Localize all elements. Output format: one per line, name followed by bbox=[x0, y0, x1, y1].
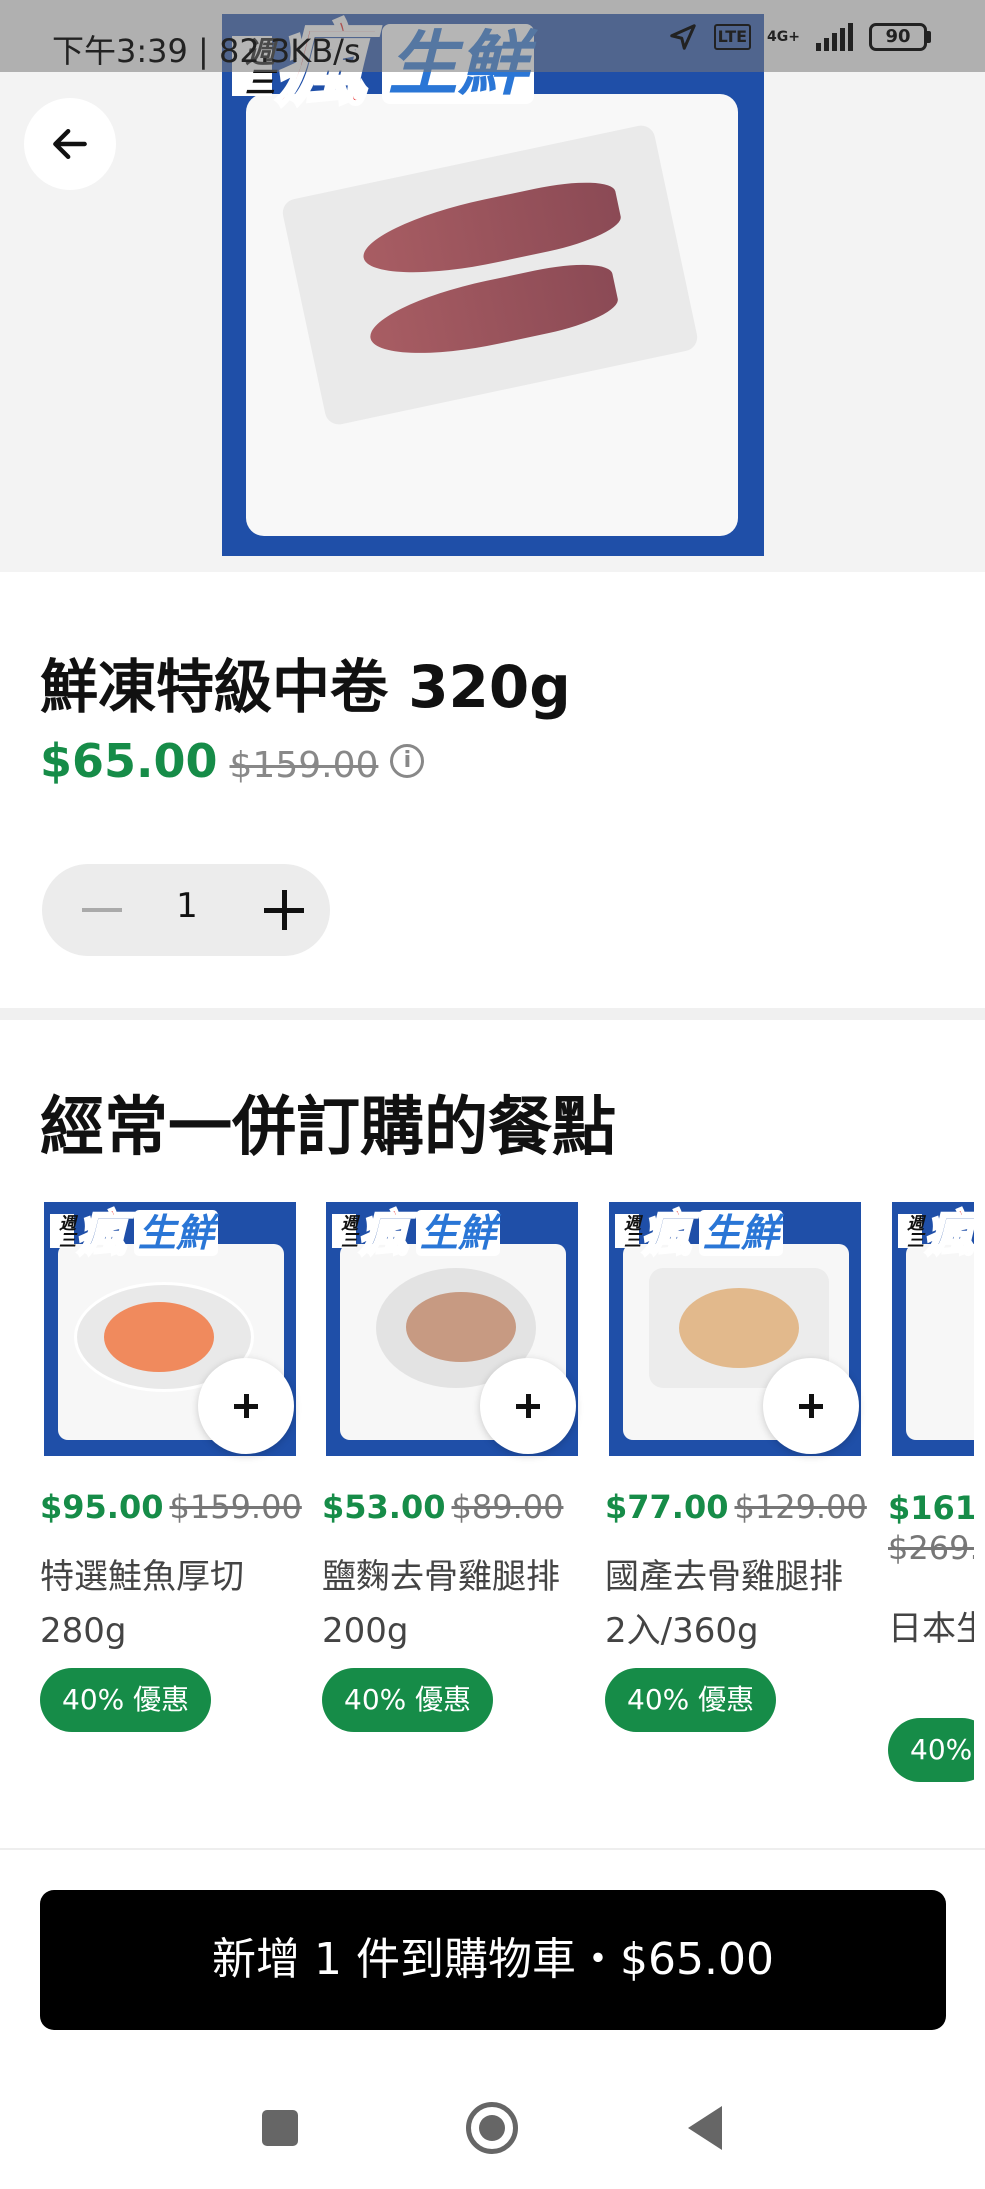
square-icon[interactable] bbox=[262, 2110, 298, 2146]
product-price: $65.00 bbox=[40, 734, 218, 788]
quantity-stepper: 1 bbox=[42, 864, 330, 956]
card-name: 日本生 200g bbox=[888, 1609, 974, 1649]
lte-icon: LTE bbox=[713, 24, 752, 50]
battery-icon: 90 bbox=[869, 23, 931, 51]
card-name: 特選鮭魚厚切 280g bbox=[40, 1557, 244, 1651]
add-to-cart-button[interactable] bbox=[480, 1358, 576, 1454]
add-to-cart-main-button[interactable]: 新增 1 件到購物車・$65.00 bbox=[40, 1890, 946, 2030]
section-title: 經常一併訂購的餐點 bbox=[40, 1091, 616, 1165]
location-arrow-icon bbox=[669, 24, 696, 50]
salmon-steak bbox=[104, 1302, 214, 1372]
circle-icon[interactable] bbox=[466, 2102, 518, 2154]
battery-level: 90 bbox=[869, 23, 927, 51]
card-name: 鹽麴去骨雞腿排 200g bbox=[322, 1557, 560, 1651]
product-title: 鮮凍特級中卷 320g bbox=[40, 653, 571, 721]
product-original-price: $159.00 bbox=[229, 745, 379, 786]
info-icon[interactable]: i bbox=[390, 744, 425, 778]
arrow-left-icon bbox=[53, 128, 87, 160]
card-name: 國產去骨雞腿排 2入/360g bbox=[605, 1557, 843, 1651]
footer-divider bbox=[0, 1848, 985, 1850]
section-divider bbox=[0, 1008, 985, 1020]
status-bar: 下午3:39 | 82.3KB/s LTE 4G+ 90 bbox=[0, 0, 985, 72]
signal-icon bbox=[816, 23, 853, 51]
discount-badge: 40% 優惠 bbox=[322, 1668, 494, 1732]
product-card-partial-clip: 週三 瘋 生鮮 $161. $269. 日本生 200g 40% bbox=[888, 1202, 974, 1822]
promo-banner: 週三 瘋 生鮮 bbox=[898, 1205, 974, 1266]
network-type: 4G+ bbox=[767, 29, 800, 45]
triangle-back-icon[interactable] bbox=[688, 2106, 722, 2150]
promo-banner: 週三 瘋 生鮮 bbox=[50, 1205, 250, 1266]
back-button[interactable] bbox=[24, 98, 116, 190]
card-price: $161. $269. bbox=[888, 1489, 974, 1567]
card-price: $77.00 $129.00 bbox=[605, 1488, 867, 1526]
product-hero-image: 週三 瘋 生鮮 bbox=[0, 0, 985, 572]
discount-badge: 40% 優惠 bbox=[605, 1668, 777, 1732]
promo-banner: 週三 瘋 生鮮 bbox=[615, 1205, 815, 1266]
chicken-thigh bbox=[406, 1292, 516, 1362]
status-time: 下午3:39 | 82.3KB/s bbox=[52, 32, 361, 70]
quantity-value: 1 bbox=[176, 886, 198, 926]
discount-badge: 40% 優惠 bbox=[40, 1668, 212, 1732]
card-image: 週三 瘋 生鮮 bbox=[892, 1202, 974, 1456]
status-icons: LTE 4G+ 90 bbox=[668, 22, 931, 52]
add-to-cart-button[interactable] bbox=[198, 1358, 294, 1454]
add-to-cart-button[interactable] bbox=[763, 1358, 859, 1454]
price-row: $65.00 $159.00 i bbox=[40, 734, 425, 788]
chicken-thigh bbox=[679, 1288, 799, 1368]
card-price: $53.00 $89.00 bbox=[322, 1488, 564, 1526]
discount-badge: 40% bbox=[888, 1718, 974, 1782]
card-price: $95.00 $159.00 bbox=[40, 1488, 302, 1526]
promo-banner: 週三 瘋 生鮮 bbox=[332, 1205, 532, 1266]
minus-icon[interactable] bbox=[82, 908, 122, 912]
android-nav-bar bbox=[0, 2060, 985, 2189]
